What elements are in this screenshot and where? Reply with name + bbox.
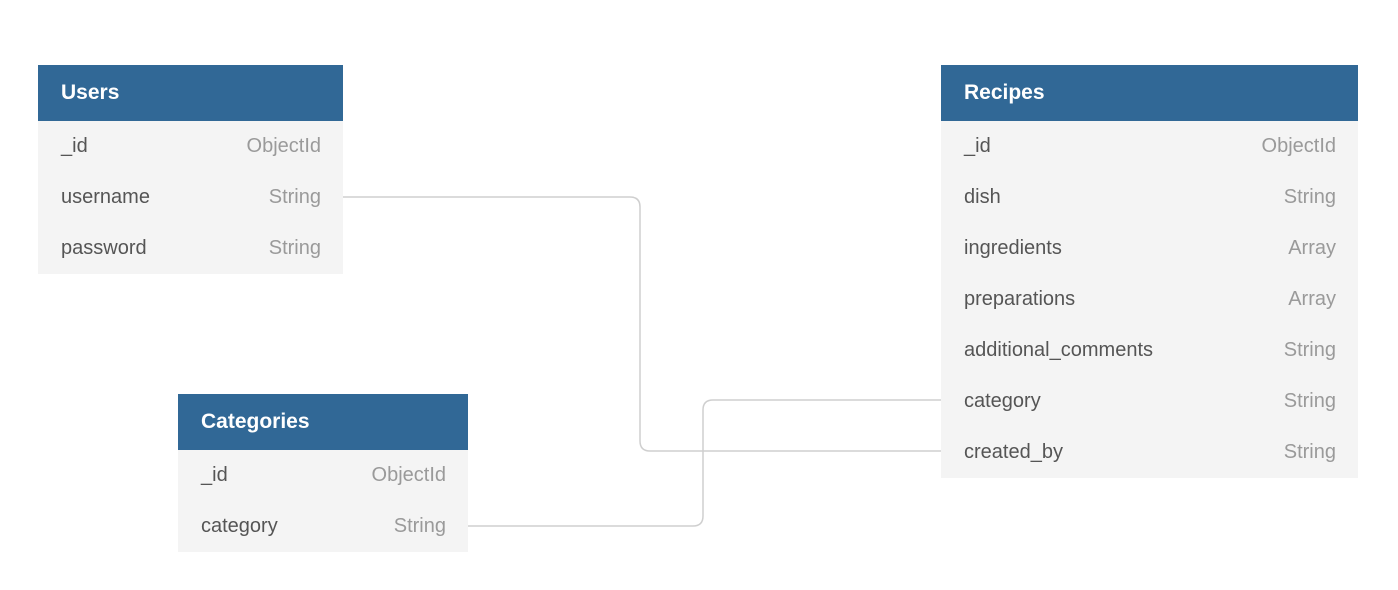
recipes-field-additional-comments[interactable]: additional_comments String	[941, 325, 1358, 376]
field-name: created_by	[964, 441, 1063, 463]
field-name: password	[61, 237, 147, 259]
field-type: String	[1283, 390, 1336, 412]
field-name: _id	[964, 135, 991, 157]
field-name: username	[61, 186, 150, 208]
users-field-username[interactable]: username String	[38, 172, 343, 223]
recipes-field-preparations[interactable]: preparations Array	[941, 274, 1358, 325]
field-type: String	[268, 237, 321, 259]
users-field-id[interactable]: _id ObjectId	[38, 121, 343, 172]
recipes-field-dish[interactable]: dish String	[941, 172, 1358, 223]
field-type: String	[1283, 339, 1336, 361]
recipes-field-created-by[interactable]: created_by String	[941, 427, 1358, 478]
field-type: String	[393, 515, 446, 537]
field-type: ObjectId	[371, 464, 446, 486]
field-name: category	[201, 515, 278, 537]
er-diagram-canvas: Users _id ObjectId username String passw…	[0, 0, 1398, 590]
field-name: additional_comments	[964, 339, 1153, 361]
categories-table[interactable]: Categories _id ObjectId category String	[178, 394, 468, 552]
field-name: dish	[964, 186, 1001, 208]
field-type: Array	[1288, 237, 1336, 259]
field-type: ObjectId	[1261, 135, 1336, 157]
categories-field-category[interactable]: category String	[178, 501, 468, 552]
field-type: String	[1283, 186, 1336, 208]
field-name: ingredients	[964, 237, 1062, 259]
recipes-table[interactable]: Recipes _id ObjectId dish String ingredi…	[941, 65, 1358, 478]
users-table[interactable]: Users _id ObjectId username String passw…	[38, 65, 343, 274]
field-type: String	[268, 186, 321, 208]
categories-table-title: Categories	[178, 394, 468, 450]
field-name: _id	[61, 135, 88, 157]
recipes-table-title: Recipes	[941, 65, 1358, 121]
field-name: category	[964, 390, 1041, 412]
recipes-field-category[interactable]: category String	[941, 376, 1358, 427]
users-field-password[interactable]: password String	[38, 223, 343, 274]
users-table-title: Users	[38, 65, 343, 121]
recipes-field-ingredients[interactable]: ingredients Array	[941, 223, 1358, 274]
recipes-field-id[interactable]: _id ObjectId	[941, 121, 1358, 172]
field-type: ObjectId	[246, 135, 321, 157]
field-type: String	[1283, 441, 1336, 463]
categories-field-id[interactable]: _id ObjectId	[178, 450, 468, 501]
field-name: preparations	[964, 288, 1076, 310]
relation-categories-category-to-recipes-category	[468, 399, 941, 527]
field-name: _id	[201, 464, 228, 486]
field-type: Array	[1288, 288, 1336, 310]
